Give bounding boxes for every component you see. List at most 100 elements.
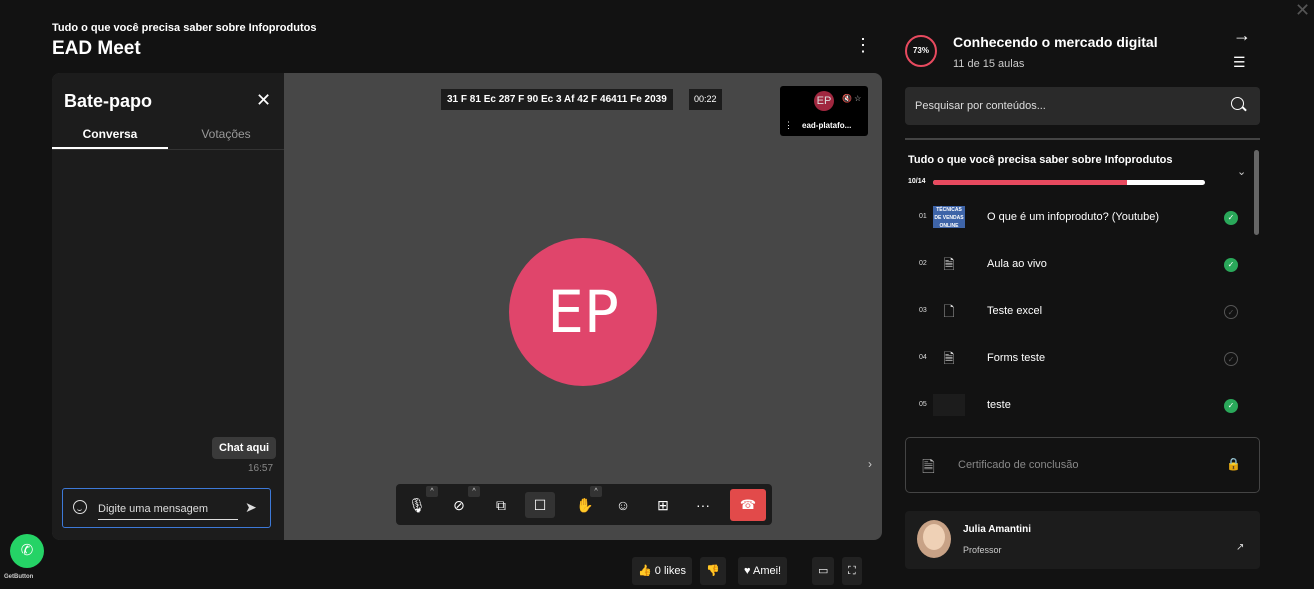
dislike-button[interactable]: 👎 <box>700 557 726 585</box>
certificate-icon: 🗎 <box>922 459 935 476</box>
content-search <box>905 87 1260 125</box>
meet-column: Tudo o que você precisa saber sobre Info… <box>52 0 882 589</box>
close-chat-icon[interactable]: ✕ <box>256 90 271 111</box>
lesson-number: 03 <box>919 307 927 314</box>
thumbnail-name: ead-platafo... <box>802 121 852 130</box>
certificate-label: Certificado de conclusão <box>958 459 1079 471</box>
page-header: Tudo o que você precisa saber sobre Info… <box>52 22 316 60</box>
certificate-card[interactable]: 🗎 Certificado de conclusão 🔒 <box>905 437 1260 493</box>
whatsapp-icon[interactable]: ✆ <box>10 534 44 568</box>
lesson-number: 04 <box>919 354 927 361</box>
search-icon[interactable] <box>1231 97 1244 110</box>
emoji-icon[interactable] <box>73 500 87 514</box>
heart-icon: ♥ <box>744 565 751 577</box>
professor-card: Julia Amantini Professor ↗ <box>905 511 1260 569</box>
pending-check-icon[interactable]: ✓ <box>1224 352 1238 366</box>
course-sidebar: 73% Conhecendo o mercado digital 11 de 1… <box>905 0 1265 589</box>
module-progress-label: 10/14 <box>908 178 926 185</box>
completed-check-icon[interactable]: ✓ <box>1224 399 1238 413</box>
lesson-item[interactable]: 05 teste ✓ <box>905 391 1255 421</box>
lesson-number: 01 <box>919 213 927 220</box>
getbutton-label: GetButton <box>4 574 34 580</box>
video-thumbnail: TÉCNICAS DE VENDAS ONLINE <box>933 206 965 229</box>
more-actions-icon[interactable]: ··· <box>688 492 718 518</box>
thumbnail-avatar: EP <box>814 91 834 111</box>
search-input[interactable] <box>905 87 1215 125</box>
course-progress-ring: 73% <box>905 35 937 67</box>
camera-options-caret[interactable]: ^ <box>468 486 480 497</box>
message-input[interactable] <box>98 498 238 520</box>
lesson-title: Forms teste <box>987 352 1046 364</box>
participants-icon[interactable]: ☺ <box>608 492 638 518</box>
speaker-avatar: EP <box>509 238 657 386</box>
lesson-item[interactable]: 02 🗎 Aula ao vivo ✓ <box>905 250 1255 280</box>
thumbnail-more-icon[interactable]: ⋮ <box>784 120 793 131</box>
professor-name: Julia Amantini <box>963 524 1031 535</box>
meeting-id: 31 F 81 Ec 287 F 90 Ec 3 Af 42 F 46411 F… <box>441 89 673 110</box>
reactions-caret[interactable]: ^ <box>590 486 602 497</box>
page-title: EAD Meet <box>52 38 141 59</box>
lesson-item[interactable]: 03 🗋 Teste excel ✓ <box>905 297 1255 327</box>
tab-conversa[interactable]: Conversa <box>52 127 168 141</box>
active-tab-indicator <box>52 147 168 149</box>
lesson-number: 05 <box>919 401 927 408</box>
chat-message-time: 16:57 <box>248 463 274 474</box>
document-icon: 🗎 <box>943 256 955 272</box>
filter-icon[interactable]: ☰ <box>1233 54 1246 71</box>
screen-share-icon[interactable]: ⧉ <box>486 492 516 518</box>
tile-view-icon[interactable]: ⊞ <box>648 492 678 518</box>
chat-panel: Bate-papo ✕ Conversa Votações Chat aqui … <box>52 73 284 540</box>
external-link-icon[interactable]: ↗ <box>1236 542 1244 553</box>
avatar <box>917 520 951 558</box>
lesson-title: Teste excel <box>987 305 1043 317</box>
lessons-count: 11 de 15 aulas <box>953 58 1025 70</box>
hang-up-button[interactable]: ☎ <box>730 489 766 521</box>
chevron-down-icon[interactable]: ⌄ <box>1237 165 1246 178</box>
lesson-title: O que é um infoproduto? (Youtube) <box>987 211 1160 223</box>
thumbnail-status-icons: 🔇 ☆ <box>842 94 862 103</box>
chat-title: Bate-papo <box>64 91 153 111</box>
lesson-title: Aula ao vivo <box>987 258 1047 270</box>
love-button[interactable]: ♥ Amei! <box>738 557 788 585</box>
module-progress-fill <box>933 180 1128 185</box>
module-progress-bar <box>933 180 1205 185</box>
thumbs-up-icon: 👍 <box>638 565 652 577</box>
meeting-frame: Bate-papo ✕ Conversa Votações Chat aqui … <box>52 73 882 540</box>
course-name: Tudo o que você precisa saber sobre Info… <box>52 22 317 34</box>
send-icon[interactable]: ➤ <box>245 499 257 516</box>
course-title: Conhecendo o mercado digital <box>953 34 1158 50</box>
meeting-timer: 00:22 <box>689 89 722 110</box>
lesson-item[interactable]: 01 TÉCNICAS DE VENDAS ONLINE O que é um in… <box>905 203 1255 233</box>
chat-tabs: Conversa Votações <box>52 123 284 150</box>
module-title[interactable]: Tudo o que você precisa saber sobre Info… <box>908 154 1172 166</box>
document-icon: 🗎 <box>943 350 955 366</box>
theater-mode-icon[interactable]: ▭ <box>812 557 835 585</box>
lesson-title: teste <box>987 399 1011 411</box>
pending-check-icon[interactable]: ✓ <box>1224 305 1238 319</box>
pdf-icon: 🗋 <box>943 303 955 319</box>
close-icon[interactable]: ✕ <box>1295 0 1310 21</box>
chevron-right-icon[interactable]: › <box>868 457 872 471</box>
mic-options-caret[interactable]: ^ <box>426 486 438 497</box>
like-button[interactable]: 👍 0 likes <box>632 557 692 585</box>
fullscreen-icon[interactable]: ⛶ <box>842 557 862 585</box>
completed-check-icon[interactable]: ✓ <box>1224 258 1238 272</box>
blank-thumbnail <box>933 394 965 416</box>
tab-votacoes[interactable]: Votações <box>168 127 284 141</box>
lesson-item[interactable]: 04 🗎 Forms teste ✓ <box>905 344 1255 374</box>
divider <box>905 138 1260 140</box>
meeting-toolbar: 🎙 ^ ⊘ ^ ⧉ ☐ ✋ ^ ☺ ⊞ ··· ☎ <box>396 484 772 525</box>
video-stage: 31 F 81 Ec 287 F 90 Ec 3 Af 42 F 46411 F… <box>284 73 882 540</box>
likes-count: 0 likes <box>654 565 686 577</box>
chat-message: Chat aqui <box>212 437 277 459</box>
lesson-number: 02 <box>919 260 927 267</box>
love-label: Amei! <box>752 565 782 577</box>
professor-role: Professor <box>963 545 1002 555</box>
next-lesson-icon[interactable]: → <box>1233 25 1251 46</box>
participant-thumbnail[interactable]: EP 🔇 ☆ ⋮ ead-platafo... <box>780 86 868 136</box>
lock-icon: 🔒 <box>1226 457 1241 471</box>
more-options-icon[interactable]: ⋮ <box>854 34 872 56</box>
completed-check-icon[interactable]: ✓ <box>1224 211 1238 225</box>
message-composer: ➤ <box>62 488 271 528</box>
chat-toggle-icon[interactable]: ☐ <box>525 492 555 518</box>
